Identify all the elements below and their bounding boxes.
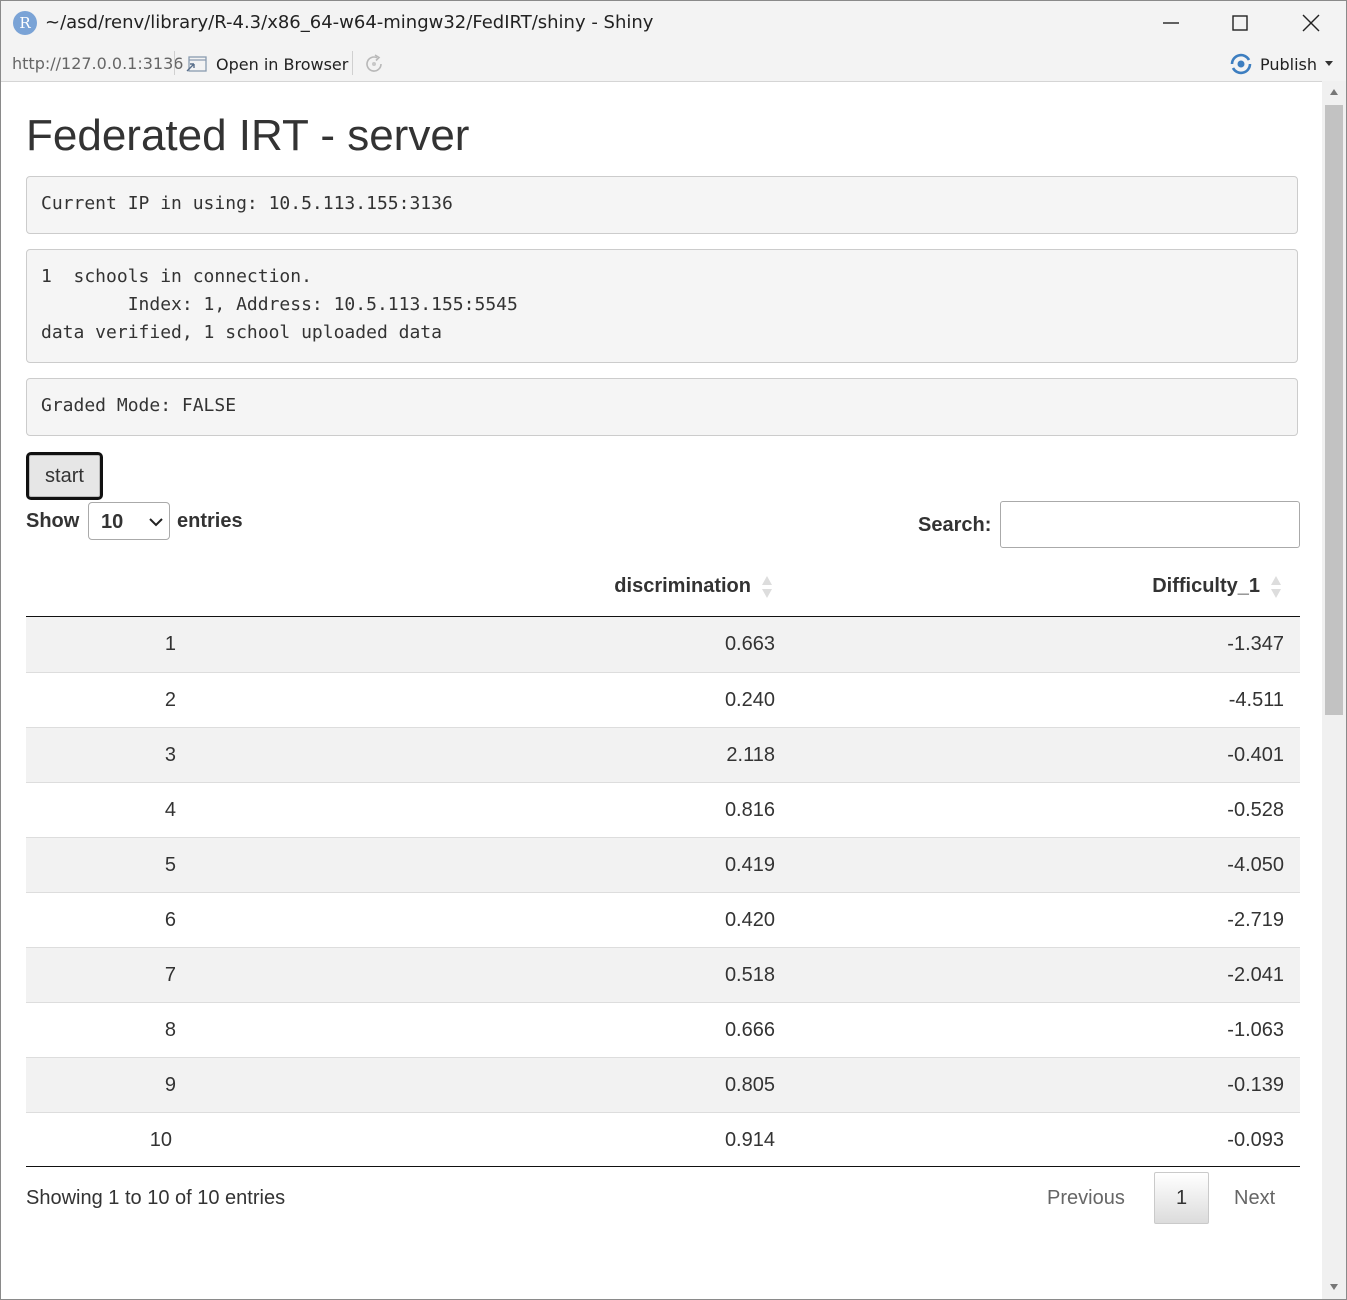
url-text: http://127.0.0.1:3136 (12, 54, 184, 73)
discrimination-cell: 2.118 (726, 744, 775, 766)
ip-line: Current IP in using: 10.5.113.155:3136 (41, 193, 453, 214)
table-row: 7 0.518 -2.041 (26, 947, 1300, 1002)
toolbar-divider (174, 51, 175, 75)
row-index: 4 (164, 799, 176, 821)
title-bar: R ~/asd/renv/library/R-4.3/x86_64-w64-mi… (1, 1, 1346, 45)
row-index: 8 (164, 1019, 176, 1041)
vertical-scrollbar[interactable] (1322, 81, 1346, 1299)
table-header: discrimination Difficulty_1 (26, 562, 1300, 617)
toolbar-divider (352, 51, 353, 75)
column-header-difficulty[interactable]: Difficulty_1 (1152, 575, 1260, 598)
previous-page-button[interactable]: Previous (1047, 1187, 1125, 1210)
table-row: 6 0.420 -2.719 (26, 892, 1300, 947)
difficulty-cell: -0.401 (1227, 744, 1284, 766)
difficulty-cell: -0.528 (1227, 799, 1284, 821)
scroll-down-icon[interactable] (1329, 1283, 1339, 1291)
app-window: R ~/asd/renv/library/R-4.3/x86_64-w64-mi… (0, 0, 1347, 1300)
r-logo-icon: R (13, 11, 37, 35)
table-row: 9 0.805 -0.139 (26, 1057, 1300, 1112)
table-row: 2 0.240 -4.511 (26, 672, 1300, 727)
connection-line: data verified, 1 school uploaded data (41, 322, 442, 343)
difficulty-cell: -1.347 (1227, 633, 1284, 655)
table-row: 8 0.666 -1.063 (26, 1002, 1300, 1057)
entries-label: entries (177, 510, 243, 532)
minimize-button[interactable] (1148, 1, 1194, 45)
search-label: Search: (918, 514, 992, 536)
graded-mode-line: Graded Mode: FALSE (41, 395, 237, 416)
table-row: 5 0.419 -4.050 (26, 837, 1300, 892)
ip-output: Current IP in using: 10.5.113.155:3136 (26, 176, 1298, 234)
table-body: 1 0.663 -1.347 2 0.240 -4.511 3 2.118 -0… (26, 617, 1300, 1167)
table-row: 4 0.816 -0.528 (26, 782, 1300, 837)
table-footer-divider (26, 1166, 1300, 1167)
table-row: 10 0.914 -0.093 (26, 1112, 1300, 1167)
search-input[interactable] (1000, 501, 1300, 548)
discrimination-cell: 0.805 (724, 1074, 775, 1096)
publish-icon (1230, 53, 1252, 75)
discrimination-cell: 0.518 (724, 964, 775, 986)
show-label: Show (26, 510, 80, 532)
difficulty-cell: -2.041 (1227, 964, 1284, 986)
difficulty-cell: -4.511 (1228, 689, 1284, 711)
maximize-icon (1232, 15, 1248, 31)
scroll-up-icon[interactable] (1329, 88, 1339, 96)
chevron-down-icon[interactable] (1324, 60, 1334, 68)
page-length-value: 10 (101, 511, 124, 533)
discrimination-cell: 0.914 (724, 1129, 775, 1151)
table-row: 3 2.118 -0.401 (26, 727, 1300, 782)
scrollbar-thumb[interactable] (1325, 105, 1343, 715)
open-in-browser-label: Open in Browser (216, 55, 349, 74)
discrimination-cell: 0.816 (724, 799, 775, 821)
row-index: 1 (164, 633, 176, 655)
publish-button[interactable]: Publish (1228, 51, 1340, 77)
row-index: 9 (164, 1074, 176, 1096)
table-info: Showing 1 to 10 of 10 entries (26, 1187, 286, 1209)
graded-mode-output: Graded Mode: FALSE (26, 378, 1298, 436)
row-index: 5 (164, 854, 176, 876)
discrimination-cell: 0.420 (724, 909, 775, 931)
difficulty-cell: -1.063 (1227, 1019, 1284, 1041)
page-1-button[interactable]: 1 (1154, 1172, 1209, 1224)
refresh-icon[interactable] (362, 52, 386, 76)
minimize-icon (1163, 22, 1179, 24)
discrimination-cell: 0.240 (724, 689, 775, 711)
difficulty-cell: -4.050 (1227, 854, 1284, 876)
difficulty-cell: -0.093 (1227, 1129, 1284, 1151)
connection-line: 1 schools in connection. (41, 266, 312, 287)
row-index: 7 (164, 964, 176, 986)
app-content: Federated IRT - server Current IP in usi… (1, 82, 1322, 1299)
close-icon (1302, 14, 1320, 32)
page-title: Federated IRT - server (26, 111, 470, 160)
sort-icon[interactable] (761, 574, 773, 600)
difficulty-cell: -2.719 (1227, 909, 1284, 931)
discrimination-cell: 0.419 (724, 854, 775, 876)
column-header-discrimination[interactable]: discrimination (614, 575, 751, 598)
page-length-select[interactable]: 10 (88, 502, 170, 540)
viewer-toolbar: http://127.0.0.1:3136 Open in Browser Pu… (1, 45, 1346, 82)
window-title: ~/asd/renv/library/R-4.3/x86_64-w64-ming… (45, 12, 654, 33)
start-button[interactable]: start (26, 452, 103, 500)
maximize-button[interactable] (1217, 1, 1263, 45)
table-row: 1 0.663 -1.347 (26, 617, 1300, 672)
difficulty-cell: -0.139 (1227, 1074, 1284, 1096)
connection-output: 1 schools in connection. Index: 1, Addre… (26, 249, 1298, 363)
chevron-down-icon (149, 518, 163, 527)
publish-label: Publish (1260, 55, 1318, 74)
row-index: 3 (164, 744, 176, 766)
row-index: 6 (164, 909, 176, 931)
discrimination-cell: 0.666 (724, 1019, 775, 1041)
connection-line: Index: 1, Address: 10.5.113.155:5545 (41, 294, 518, 315)
next-page-button[interactable]: Next (1234, 1187, 1275, 1210)
close-button[interactable] (1288, 1, 1334, 45)
discrimination-cell: 0.663 (724, 633, 775, 655)
row-index: 2 (164, 689, 176, 711)
sort-icon[interactable] (1270, 574, 1282, 600)
row-index: 10 (149, 1129, 172, 1151)
open-browser-icon (186, 56, 207, 72)
